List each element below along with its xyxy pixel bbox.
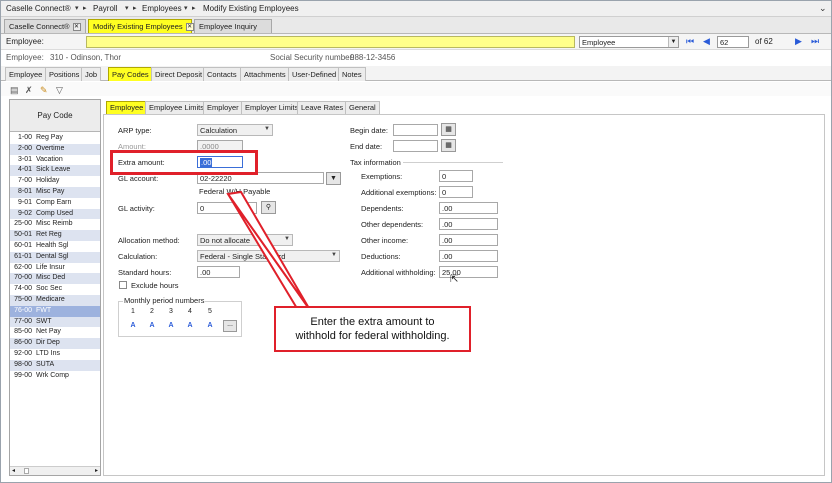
callout-box: Enter the extra amount to withhold for f… [274,306,471,352]
callout-arrow [226,190,311,311]
callout-arrows [226,190,312,311]
callout-line: Enter the extra amount to [310,316,435,328]
callout-line: withhold for federal withholding. [295,330,450,342]
